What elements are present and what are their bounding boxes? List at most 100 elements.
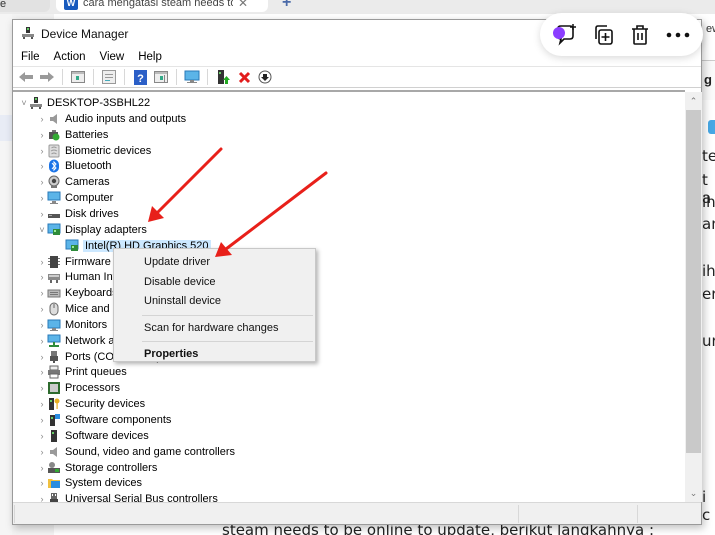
tree-item-label: Display adapters (65, 223, 147, 236)
chevron-right-icon[interactable]: › (37, 304, 47, 314)
chevron-right-icon[interactable]: › (37, 352, 47, 362)
tree-item-label: Computer (65, 192, 114, 205)
chevron-right-icon[interactable]: › (37, 257, 47, 267)
tree-item[interactable]: › Keyboards (37, 285, 118, 301)
menu-item-properties[interactable]: Properties (114, 345, 315, 365)
help-button[interactable]: ? (131, 68, 149, 86)
hid-icon (47, 270, 61, 284)
chevron-right-icon[interactable]: › (37, 114, 47, 124)
delete-button[interactable] (626, 21, 654, 49)
more-button[interactable] (664, 21, 692, 49)
arrow-left-icon (19, 72, 33, 82)
tree-item[interactable]: › Computer (37, 190, 113, 206)
chevron-right-icon[interactable]: › (37, 209, 47, 219)
tree-item[interactable]: › Batteries (37, 127, 109, 143)
tree-item[interactable]: › Audio inputs and outputs (37, 111, 187, 127)
uninstall-device-button[interactable] (235, 68, 253, 86)
status-divider (14, 505, 15, 523)
action-pane-button[interactable] (152, 68, 170, 86)
console-tree-button[interactable] (69, 68, 87, 86)
scroll-up-icon[interactable]: ⌃ (685, 94, 702, 108)
toolbar-separator (62, 69, 63, 85)
menu-item-disable-device[interactable]: Disable device (114, 273, 315, 293)
toolbar-separator (93, 69, 94, 85)
scrollbar-thumb[interactable] (686, 110, 701, 453)
window-title: Device Manager (41, 27, 129, 41)
browser-tab-inactive[interactable]: e (0, 0, 50, 12)
copy-plus-icon (594, 24, 613, 45)
tree-item[interactable]: › Sound, video and game controllers (37, 444, 236, 460)
chevron-right-icon[interactable]: › (37, 336, 47, 346)
chevron-right-icon[interactable]: › (37, 431, 47, 441)
tree-item[interactable]: › Software devices (37, 428, 149, 444)
tree-item[interactable]: › Monitors (37, 317, 107, 333)
right-fragment-ew: ew (706, 23, 715, 35)
scan-hardware-button[interactable] (183, 68, 201, 86)
menu-help[interactable]: Help (138, 51, 162, 63)
update-driver-icon (218, 69, 230, 84)
tree-item[interactable]: › System devices (37, 475, 143, 491)
update-driver-button[interactable] (214, 68, 232, 86)
right-chip (708, 120, 715, 134)
tree-item[interactable]: › Universal Serial Bus controllers (37, 491, 218, 502)
computer-icon (47, 191, 61, 205)
tree-item[interactable]: › Security devices (37, 396, 145, 412)
chevron-right-icon[interactable]: › (37, 272, 47, 282)
chevron-right-icon[interactable]: › (37, 367, 47, 377)
tree-item[interactable]: › Cameras (37, 174, 110, 190)
scroll-down-icon[interactable]: ⌄ (685, 486, 702, 500)
tree-item[interactable]: › Processors (37, 380, 120, 396)
chevron-right-icon[interactable]: › (37, 146, 47, 156)
menu-item-scan-hardware[interactable]: Scan for hardware changes (114, 319, 315, 339)
tree-root[interactable]: ˅ DESKTOP-3SBHL22 (19, 95, 150, 111)
menu-item-uninstall-device[interactable]: Uninstall device (114, 292, 315, 312)
menu-action[interactable]: Action (54, 51, 86, 63)
menu-file[interactable]: File (21, 51, 40, 63)
tree-item[interactable]: › Bluetooth (37, 158, 111, 174)
close-tab-icon[interactable]: ✕ (238, 0, 248, 10)
chevron-right-icon[interactable]: › (37, 320, 47, 330)
properties-sheet-icon (102, 70, 116, 84)
chevron-right-icon[interactable]: › (37, 383, 47, 393)
chevron-right-icon[interactable]: › (37, 130, 47, 140)
chevron-right-icon[interactable]: › (37, 193, 47, 203)
new-tab-button[interactable]: + (282, 0, 291, 12)
tree-item[interactable]: › Firmware (37, 254, 111, 270)
chevron-right-icon[interactable]: › (37, 494, 47, 502)
tree-item[interactable]: › Disk drives (37, 206, 119, 222)
disk-drive-icon (47, 207, 61, 221)
add-comment-button[interactable] (551, 21, 579, 49)
menu-view[interactable]: View (100, 51, 125, 63)
chevron-right-icon[interactable]: › (37, 399, 47, 409)
disable-device-button[interactable] (256, 68, 274, 86)
tree-item[interactable]: ˅ Display adapters (37, 222, 147, 238)
forward-button[interactable] (38, 68, 56, 86)
chevron-down-icon[interactable]: ˅ (37, 225, 47, 235)
chevron-right-icon[interactable]: › (37, 177, 47, 187)
doc-text-fragment: ih (702, 262, 715, 280)
vertical-scrollbar[interactable]: ⌃ ⌄ (685, 92, 702, 502)
tree-item-label: Cameras (65, 176, 110, 189)
toolbar-separator (176, 69, 177, 85)
menu-item-update-driver[interactable]: Update driver (114, 253, 315, 273)
trash-icon (632, 24, 649, 45)
chevron-right-icon[interactable]: › (37, 447, 47, 457)
properties-button[interactable] (100, 68, 118, 86)
side-panel (0, 14, 12, 535)
chevron-right-icon[interactable]: › (37, 161, 47, 171)
chevron-right-icon[interactable]: › (37, 478, 47, 488)
toolbar-separator (124, 69, 125, 85)
tree-item[interactable]: › Print queues (37, 364, 127, 380)
down-circle-icon (258, 70, 272, 84)
tree-item[interactable]: › Biometric devices (37, 143, 151, 159)
duplicate-button[interactable] (589, 21, 617, 49)
chevron-down-icon[interactable]: ˅ (19, 98, 29, 108)
chevron-right-icon[interactable]: › (37, 415, 47, 425)
storage-controller-icon (47, 461, 61, 475)
tree-item[interactable]: › Storage controllers (37, 460, 157, 476)
browser-tab-active[interactable]: W cara mengatasi steam needs to ✕ (56, 0, 268, 12)
tree-item[interactable]: › Software components (37, 412, 171, 428)
back-button[interactable] (17, 68, 35, 86)
chevron-right-icon[interactable]: › (37, 463, 47, 473)
chevron-right-icon[interactable]: › (37, 288, 47, 298)
